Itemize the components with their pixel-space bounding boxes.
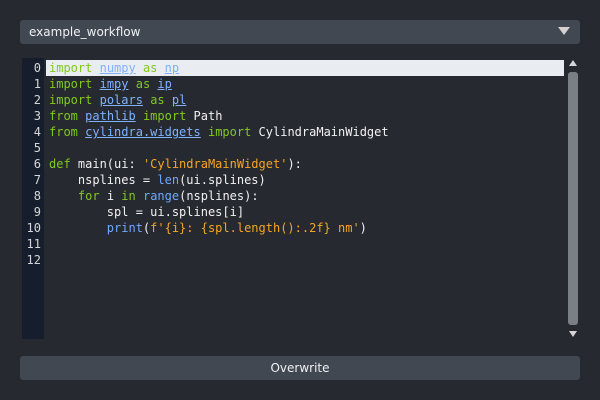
line-number: 12 — [26, 253, 41, 267]
line-number: 3 — [33, 109, 41, 123]
line-number: 4 — [33, 125, 41, 139]
code-token: spl = ui.splines[i] — [49, 205, 245, 219]
code-token: nsplines = — [49, 173, 158, 187]
code-token: pl — [171, 93, 187, 107]
code-token: Path — [186, 109, 223, 123]
code-token: ): — [287, 157, 302, 171]
code-token: def — [49, 157, 71, 171]
line-number: 2 — [33, 93, 41, 107]
code-token: from — [49, 125, 78, 139]
code-token: len — [157, 173, 180, 187]
scroll-up-icon[interactable] — [569, 60, 577, 66]
code-token: as — [150, 93, 165, 107]
code-line: for i in range(nsplines): — [49, 188, 259, 204]
code-token: (nsplines): — [179, 189, 259, 203]
code-token: print — [106, 221, 143, 235]
workflow-editor-panel: example_workflow 0 1 2 3 4 5 6 7 8 9 10 11 12 import… — [0, 0, 600, 400]
code-token: polars — [99, 93, 143, 107]
line-number: 11 — [26, 237, 41, 251]
code-token: (ui.splines) — [179, 173, 266, 187]
line-number: 6 — [33, 157, 41, 171]
code-token: pathlib — [85, 109, 136, 123]
code-token: f'{i}: {spl.length():.2f} nm' — [150, 221, 360, 235]
scrollbar-thumb[interactable] — [568, 72, 578, 325]
code-token: CylindraMainWidget — [251, 125, 389, 139]
code-token: impy — [99, 77, 129, 91]
code-token: numpy — [99, 61, 136, 75]
line-number: 0 — [33, 61, 41, 75]
code-token: range — [142, 189, 180, 203]
scroll-down-icon[interactable] — [569, 331, 577, 337]
code-line: nsplines = len(ui.splines) — [49, 172, 266, 188]
code-token: i — [99, 189, 122, 203]
code-token: import — [49, 77, 93, 91]
code-token: ip — [157, 77, 172, 91]
code-line: from cylindra.widgets import CylindraMai… — [49, 124, 389, 140]
code-line: from pathlib import Path — [49, 108, 222, 124]
code-token: in — [121, 189, 136, 203]
code-token: 'CylindraMainWidget' — [142, 157, 288, 171]
dropdown-arrow-icon[interactable] — [558, 27, 570, 35]
line-number-gutter: 0 1 2 3 4 5 6 7 8 9 10 11 12 — [22, 58, 44, 339]
code-token: np — [164, 61, 180, 75]
line-number: 5 — [33, 141, 41, 155]
code-token: main(ui: — [70, 157, 143, 171]
code-token: as — [142, 61, 158, 75]
code-line: print(f'{i}: {spl.length():.2f} nm') — [49, 220, 367, 236]
code-line: def main(ui: 'CylindraMainWidget'): — [49, 156, 302, 172]
line-number: 9 — [33, 205, 41, 219]
code-editor[interactable]: 0 1 2 3 4 5 6 7 8 9 10 11 12 import numpy as np impor… — [20, 56, 580, 341]
code-token: import — [207, 125, 252, 139]
code-token: import — [142, 109, 187, 123]
code-token: for — [77, 189, 100, 203]
code-token: from — [49, 109, 78, 123]
overwrite-button[interactable]: Overwrite — [20, 356, 580, 380]
line-number: 7 — [33, 173, 41, 187]
workflow-select-value: example_workflow — [29, 25, 141, 39]
code-line: import polars as pl — [49, 92, 186, 108]
workflow-select[interactable]: example_workflow — [20, 20, 580, 44]
code-token: import — [49, 93, 93, 107]
line-number: 8 — [33, 189, 41, 203]
code-token: as — [135, 77, 151, 91]
overwrite-button-label: Overwrite — [270, 361, 330, 375]
line-number: 1 — [33, 77, 41, 91]
code-line: import impy as ip — [49, 76, 172, 92]
code-line: spl = ui.splines[i] — [49, 204, 244, 220]
code-area[interactable]: import numpy as np import impy as ip impor… — [46, 58, 564, 339]
code-token: cylindra.widgets — [85, 125, 201, 139]
line-number: 10 — [26, 221, 41, 235]
code-line: import numpy as np — [49, 60, 179, 76]
code-token: ) — [359, 221, 367, 235]
vertical-scrollbar[interactable] — [566, 56, 580, 341]
code-token: import — [49, 61, 93, 75]
